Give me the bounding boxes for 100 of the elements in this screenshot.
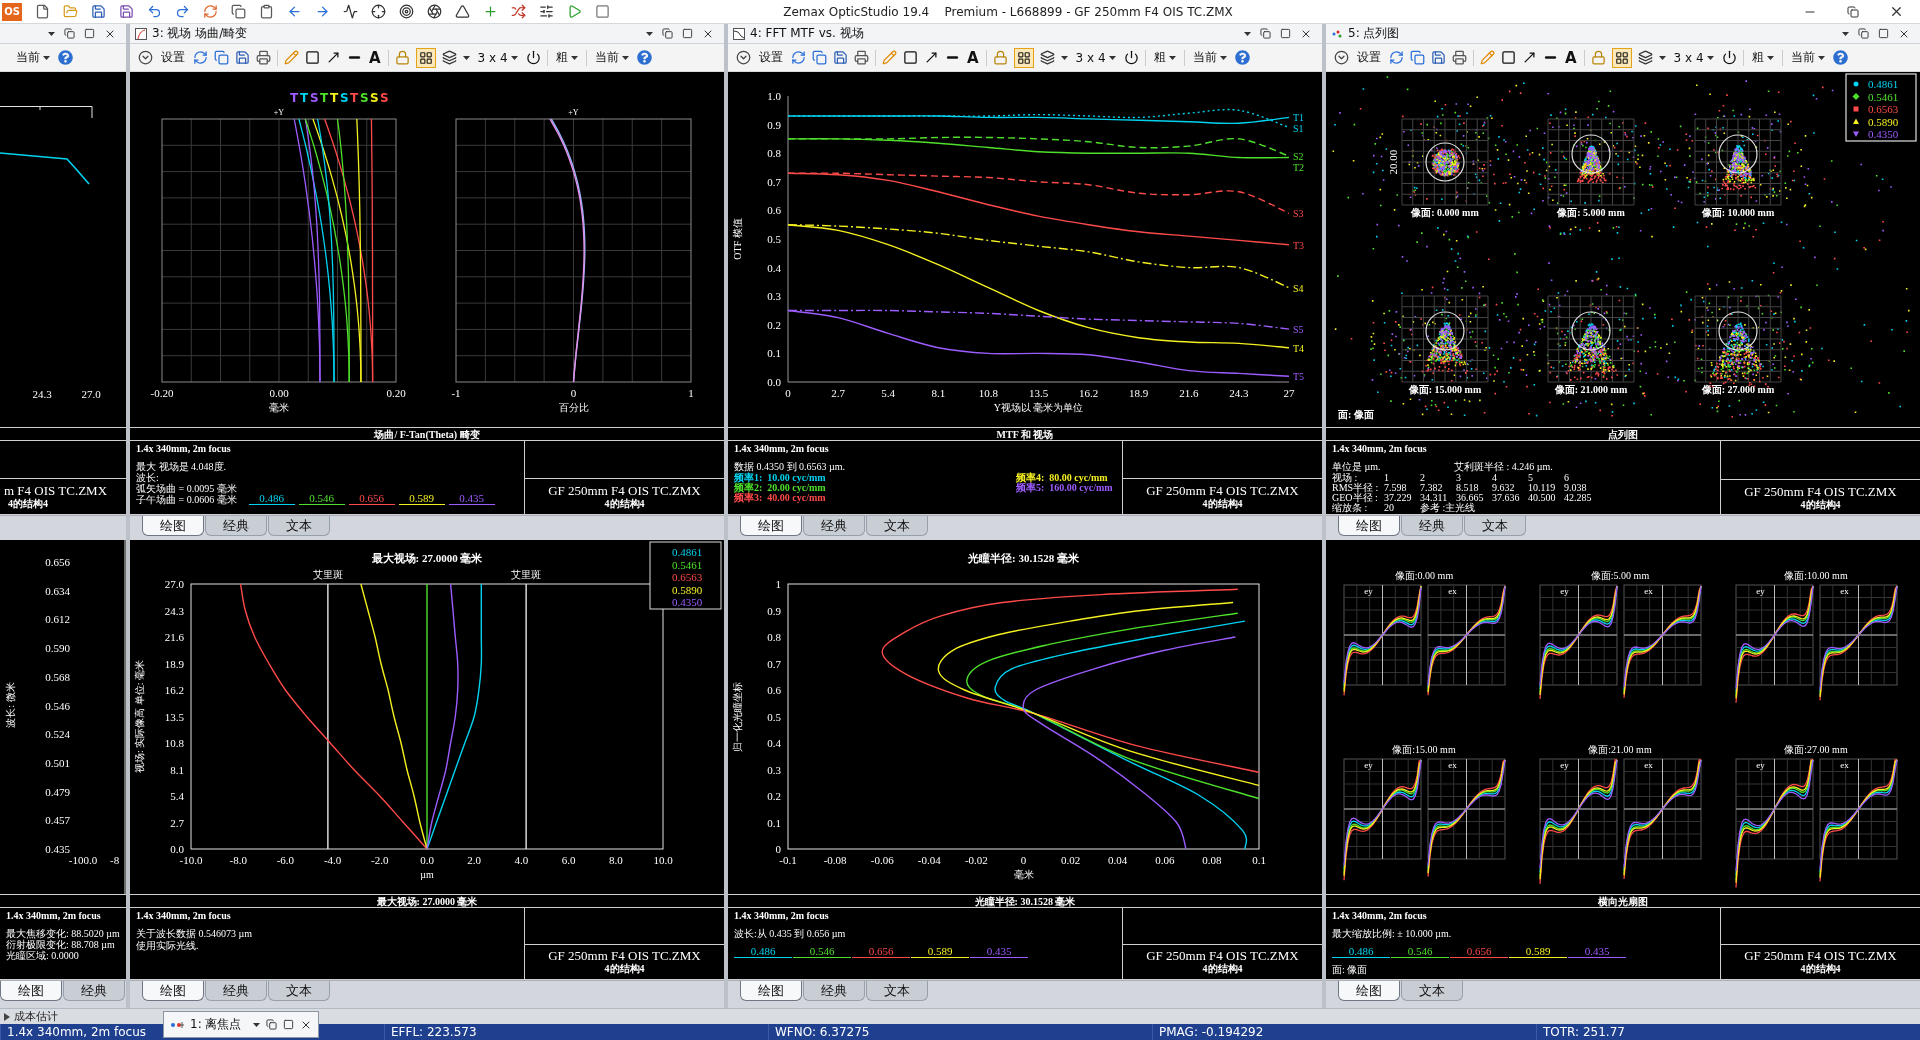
triangle-icon[interactable] [455,4,470,19]
restore-icon[interactable] [64,28,75,39]
view-tab[interactable]: 文本 [866,516,928,536]
maximize-icon[interactable] [1878,28,1889,39]
maximize-icon[interactable] [84,28,95,39]
save-icon[interactable] [833,50,848,65]
printer-icon[interactable] [854,50,869,65]
save-icon[interactable] [235,50,250,65]
caret-icon[interactable] [1244,31,1251,36]
view-tab[interactable]: 绘图 [740,981,802,1001]
view-tab[interactable]: 绘图 [142,516,204,536]
view-tab[interactable]: 经典 [205,981,267,1001]
view-tab[interactable]: 绘图 [1338,981,1400,1001]
copy-icon[interactable] [214,50,229,65]
save-icon[interactable] [91,4,106,19]
save-icon[interactable] [119,4,134,19]
refresh-icon[interactable] [193,50,208,65]
refresh-icon[interactable] [1389,50,1404,65]
help-icon[interactable] [1832,50,1848,65]
settings-button[interactable]: 设置 [1355,47,1383,68]
view-tab[interactable]: 绘图 [142,981,204,1001]
current-dropdown[interactable]: 当前 [592,47,631,68]
text-tool-button[interactable]: A [1564,47,1578,68]
arrow-icon[interactable] [326,50,341,65]
refresh-icon[interactable] [203,4,218,19]
view-tab[interactable]: 经典 [205,516,267,536]
arrow-icon[interactable] [924,50,939,65]
view-tab[interactable]: 经典 [63,981,125,1001]
restore-icon[interactable] [266,1019,277,1030]
rectangle-icon[interactable] [903,50,918,65]
line-weight-dropdown[interactable]: 粗 [1151,47,1178,68]
restore-icon[interactable] [1260,28,1271,39]
grid-toggle-button[interactable] [1611,47,1632,68]
chevron-down-icon[interactable] [138,50,153,65]
caret-icon[interactable] [1842,31,1849,36]
play-icon[interactable] [567,4,582,19]
view-tab[interactable]: 文本 [268,516,330,536]
save-icon[interactable] [1431,50,1446,65]
sliders-icon[interactable] [539,4,554,19]
arrow-icon[interactable] [1522,50,1537,65]
target-icon[interactable] [399,4,414,19]
printer-icon[interactable] [256,50,271,65]
stop-icon[interactable] [595,4,610,19]
grid-toggle-button[interactable] [1013,47,1034,68]
restore-icon[interactable] [662,28,673,39]
floating-window-tab[interactable]: 1: 离焦点 [163,1011,319,1038]
view-tab[interactable]: 文本 [1464,516,1526,536]
layout-dropdown[interactable]: 3 x 4 [1671,47,1716,68]
caret-icon[interactable] [1060,55,1068,60]
help-icon[interactable] [58,50,73,65]
refresh-icon[interactable] [791,50,806,65]
aperture-icon[interactable] [427,4,442,19]
restore-icon[interactable] [1858,28,1869,39]
rectangle-icon[interactable] [305,50,320,65]
caret-icon[interactable] [462,55,470,60]
layout-dropdown[interactable]: 3 x 4 [475,47,520,68]
plus-icon[interactable] [483,4,498,19]
lock-icon[interactable] [1590,50,1606,65]
maximize-icon[interactable] [682,28,693,39]
chevron-down-icon[interactable] [736,50,751,65]
restore-icon[interactable] [1847,5,1859,18]
layers-icon[interactable] [1637,50,1653,65]
help-icon[interactable] [636,50,652,65]
line-weight-dropdown[interactable]: 粗 [553,47,580,68]
current-dropdown[interactable]: 当前 [1190,47,1229,68]
arrow-right-icon[interactable] [315,4,330,19]
view-tab[interactable]: 绘图 [0,981,62,1001]
redo-icon[interactable] [175,4,190,19]
caret-icon[interactable] [1658,55,1666,60]
settings-button[interactable]: 设置 [757,47,785,68]
layers-icon[interactable] [1039,50,1055,65]
copy-icon[interactable] [231,4,246,19]
new-file-icon[interactable] [35,4,50,19]
view-tab[interactable]: 绘图 [1338,516,1400,536]
power-icon[interactable] [1123,50,1139,65]
layers-icon[interactable] [441,50,457,65]
rectangle-icon[interactable] [1501,50,1516,65]
expand-triangle-icon[interactable] [4,1012,10,1021]
shuffle-icon[interactable] [511,4,526,19]
text-tool-button[interactable]: A [966,47,980,68]
printer-icon[interactable] [1452,50,1467,65]
caret-icon[interactable] [646,31,653,36]
grid-toggle-button[interactable] [415,47,436,68]
crosshair-icon[interactable] [371,4,386,19]
waveform-icon[interactable] [343,4,358,19]
text-tool-button[interactable]: A [368,47,382,68]
dock-item-label[interactable]: 成本估计 [14,1009,58,1024]
view-tab[interactable]: 经典 [1401,516,1463,536]
copy-icon[interactable] [812,50,827,65]
maximize-icon[interactable] [283,1019,294,1030]
caret-icon[interactable] [48,31,55,36]
copy-icon[interactable] [1410,50,1425,65]
view-tab[interactable]: 经典 [803,516,865,536]
undo-icon[interactable] [147,4,162,19]
lock-icon[interactable] [992,50,1008,65]
view-tab[interactable]: 文本 [866,981,928,1001]
view-tab[interactable]: 绘图 [740,516,802,536]
view-tab[interactable]: 经典 [803,981,865,1001]
view-tab[interactable]: 文本 [1401,981,1463,1001]
lock-icon[interactable] [394,50,410,65]
